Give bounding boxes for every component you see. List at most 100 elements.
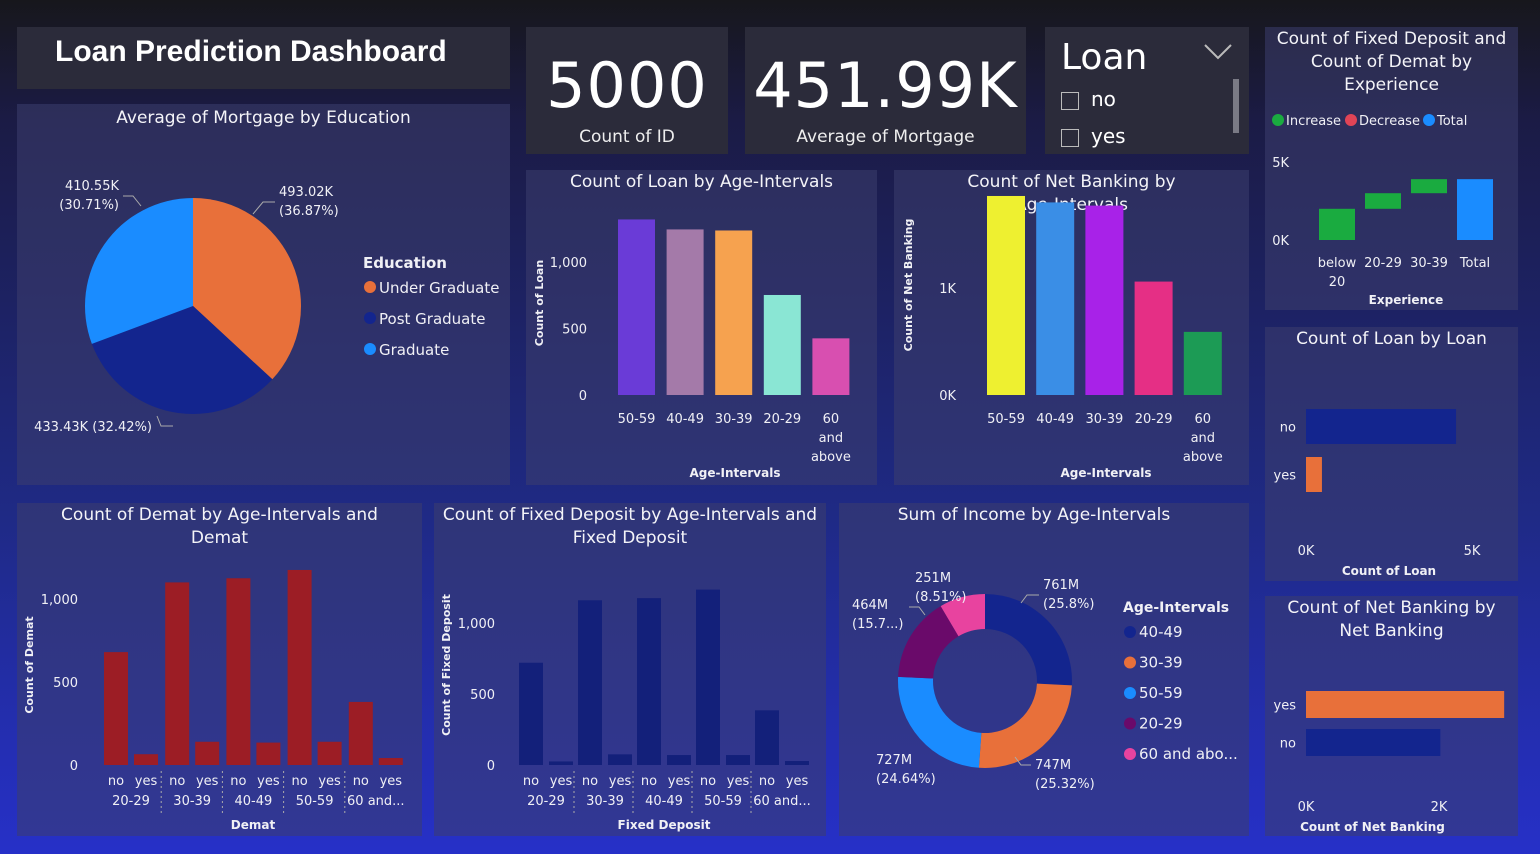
bar bbox=[378, 758, 403, 765]
waterfall-svg: Increase Decrease Total 0K 5K below 20 20-29 30-… bbox=[1272, 114, 1493, 307]
x-tick-label: 0K bbox=[1298, 800, 1315, 815]
dashboard-title: Loan Prediction Dashboard bbox=[55, 35, 447, 68]
slice-label: (8.51%) bbox=[915, 590, 966, 605]
demat-chart[interactable]: Count of Demat by Age-Intervals and Dema… bbox=[17, 503, 422, 836]
x-subtick-label: yes bbox=[786, 774, 809, 789]
waterfall-chart[interactable]: Count of Fixed Deposit and Count of Dema… bbox=[1265, 27, 1518, 310]
bar bbox=[134, 754, 158, 765]
bar bbox=[519, 662, 543, 765]
x-subtick-label: no bbox=[700, 774, 716, 789]
bar bbox=[317, 741, 342, 765]
bar bbox=[348, 701, 373, 765]
legend-label: Post Graduate bbox=[379, 310, 485, 328]
x-tick-label: 30-39 bbox=[715, 412, 753, 427]
y-tick-label: 5K bbox=[1272, 156, 1289, 171]
x-tick-label: 60 and... bbox=[347, 794, 405, 809]
bar bbox=[1183, 331, 1222, 395]
bar bbox=[608, 754, 632, 765]
checkbox[interactable] bbox=[1061, 128, 1079, 147]
bar bbox=[1134, 281, 1173, 395]
chevron-down-icon[interactable] bbox=[1203, 39, 1233, 63]
y-tick-label: 0 bbox=[70, 759, 78, 774]
x-subtick-label: no bbox=[291, 774, 307, 789]
slice-label: 761M bbox=[1043, 578, 1079, 593]
x-tick-label: 40-49 bbox=[1036, 412, 1074, 427]
income-by-age-chart[interactable]: Sum of Income by Age-Intervals 761M (25.8… bbox=[839, 503, 1249, 836]
bar bbox=[1306, 457, 1322, 492]
mortgage-by-education-chart[interactable]: Average of Mortgage by Education 493.02K… bbox=[17, 104, 510, 485]
bar bbox=[1036, 202, 1075, 395]
y-tick-label: 0K bbox=[939, 389, 956, 404]
bar-chart: 05001,000Count of Dematno yes20-29no yes30… bbox=[23, 569, 405, 832]
x-subtick-label: no bbox=[353, 774, 369, 789]
fixed-deposit-chart[interactable]: Count of Fixed Deposit by Age-Intervals … bbox=[434, 503, 826, 836]
slicer-scrollbar[interactable] bbox=[1233, 79, 1239, 133]
donut-slice bbox=[978, 683, 1072, 768]
slice-label: (36.87%) bbox=[279, 204, 339, 219]
y-tick-label: 0K bbox=[1272, 234, 1289, 249]
loan-by-age-chart[interactable]: Count of Loan by Age-Intervals 0 500 1,000… bbox=[526, 170, 877, 485]
x-tick-label: 30-39 bbox=[173, 794, 211, 809]
x-subtick-label: no bbox=[523, 774, 539, 789]
leader-line bbox=[123, 195, 142, 207]
waterfall-bar bbox=[1319, 208, 1355, 240]
y-tick-label: 1,000 bbox=[41, 593, 78, 608]
slice-label: 493.02K bbox=[279, 185, 333, 200]
y-tick-label: 500 bbox=[470, 688, 495, 703]
x-subtick-label: yes bbox=[257, 774, 280, 789]
card-count-id[interactable]: 5000 Count of ID bbox=[526, 27, 728, 154]
x-tick-label: 30-39 bbox=[1410, 256, 1448, 271]
x-tick-label: and bbox=[819, 431, 843, 446]
legend-marker bbox=[1124, 687, 1136, 699]
y-axis-title: Count of Net Banking bbox=[902, 219, 915, 352]
legend-marker bbox=[1124, 626, 1136, 638]
bar-chart: 05001,000Count of Fixed Depositno yes20-2… bbox=[440, 589, 811, 832]
checkbox[interactable] bbox=[1061, 91, 1079, 110]
x-subtick-label: yes bbox=[550, 774, 573, 789]
x-tick-label: 2K bbox=[1431, 800, 1448, 815]
x-subtick-label: no bbox=[169, 774, 185, 789]
y-tick-label: 1K bbox=[939, 282, 956, 297]
x-tick-label: 5K bbox=[1464, 544, 1481, 559]
slice-label: 464M bbox=[852, 598, 888, 613]
legend-marker bbox=[1272, 114, 1284, 126]
legend-marker bbox=[1124, 748, 1136, 760]
bar bbox=[1306, 729, 1441, 756]
loan-by-loan-chart[interactable]: Count of Loan by Loan no yes 0K 5K Count of … bbox=[1265, 327, 1518, 581]
legend-label: Under Graduate bbox=[379, 279, 499, 297]
x-tick-label: 20 bbox=[1329, 275, 1346, 290]
x-tick-label: 20-29 bbox=[527, 794, 565, 809]
bar bbox=[755, 710, 779, 765]
card-avg-mortgage[interactable]: 451.99K Average of Mortgage bbox=[745, 27, 1026, 154]
option-label: no bbox=[1091, 87, 1116, 111]
x-tick-label: 0K bbox=[1298, 544, 1315, 559]
x-subtick-label: yes bbox=[609, 774, 632, 789]
bar bbox=[1085, 205, 1124, 395]
x-tick-label: 40-49 bbox=[645, 794, 683, 809]
netbanking-by-age-chart[interactable]: Count of Net Banking by Age-Intervals 0K… bbox=[894, 170, 1249, 485]
x-axis-title: Count of Loan bbox=[1342, 564, 1436, 578]
bar bbox=[1306, 409, 1457, 444]
x-tick-label: 60 bbox=[1195, 412, 1212, 427]
leader-line bbox=[1020, 594, 1039, 604]
y-axis-title: Count of Loan bbox=[533, 260, 546, 346]
bar bbox=[195, 741, 220, 765]
bar bbox=[812, 338, 850, 395]
x-axis-title: Count of Net Banking bbox=[1300, 820, 1445, 834]
x-tick-label: Total bbox=[1459, 256, 1490, 271]
bar-chart: 0 500 1,000 Count of Loan 50-59 40-49 30-39 20-… bbox=[533, 219, 851, 480]
slicer-option-yes[interactable]: yes bbox=[1061, 124, 1126, 148]
legend-marker bbox=[1124, 656, 1136, 669]
netbanking-by-netbanking-chart[interactable]: Count of Net Banking by Net Banking yes n… bbox=[1265, 596, 1518, 836]
x-tick-label: 20-29 bbox=[763, 412, 801, 427]
y-tick-label: 0 bbox=[487, 759, 495, 774]
card-label: Count of ID bbox=[579, 127, 675, 147]
card-value: 451.99K bbox=[753, 49, 1018, 122]
x-subtick-label: yes bbox=[727, 774, 750, 789]
y-tick-label: 1,000 bbox=[550, 256, 587, 271]
slicer-option-no[interactable]: no bbox=[1061, 87, 1116, 111]
legend-marker bbox=[1124, 717, 1136, 730]
donut-chart: 761M (25.8%) 747M (25.32%) 727M (24.64%) 464M (… bbox=[852, 571, 1238, 792]
slice-label: (25.32%) bbox=[1035, 777, 1095, 792]
slice-label: (30.71%) bbox=[59, 198, 119, 213]
